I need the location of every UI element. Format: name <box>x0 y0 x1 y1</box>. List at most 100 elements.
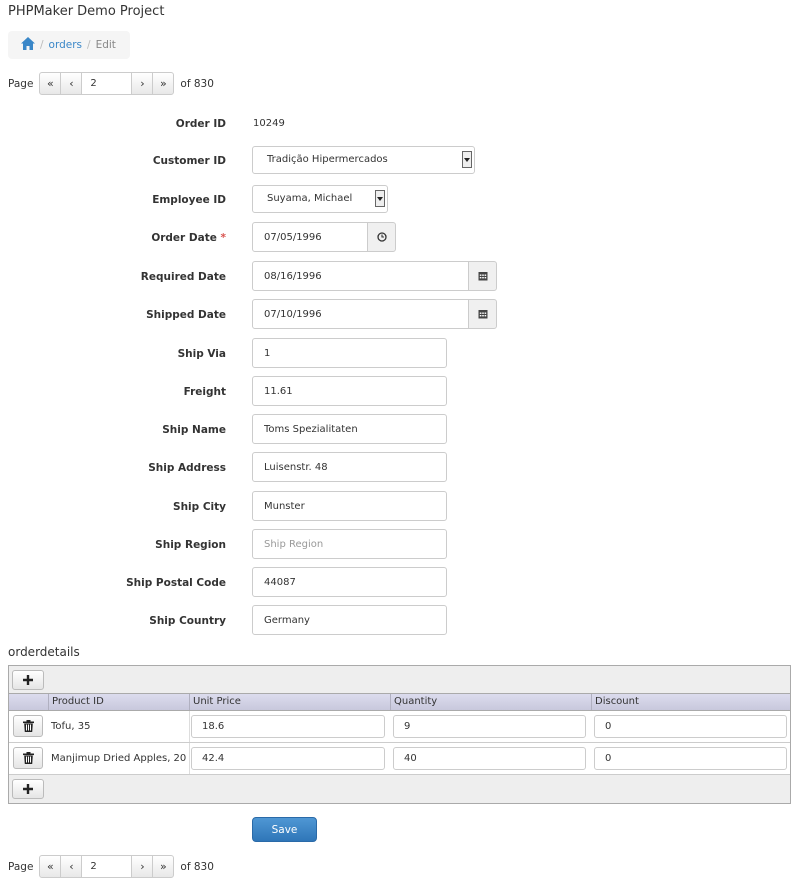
order-id-label: Order ID <box>175 118 226 130</box>
ship-region-input[interactable] <box>252 529 447 559</box>
ship-via-input[interactable] <box>252 338 447 368</box>
order-date-label-text: Order Date <box>151 232 217 244</box>
breadcrumb-current: Edit <box>95 39 116 51</box>
plus-icon <box>23 784 33 794</box>
ship-address-label: Ship Address <box>148 462 226 474</box>
ship-postal-code-label: Ship Postal Code <box>126 577 226 589</box>
unit-price-input[interactable] <box>191 715 385 738</box>
page-number-input[interactable] <box>81 72 133 95</box>
unit-price-input[interactable] <box>191 747 385 770</box>
ship-name-label: Ship Name <box>162 424 226 436</box>
pager-top: Page « ‹ › » of 830 <box>8 72 214 95</box>
details-section-title: orderdetails <box>8 645 80 659</box>
required-mark: * <box>220 232 227 244</box>
last-page-button[interactable]: » <box>152 855 175 878</box>
trash-icon <box>22 752 34 764</box>
column-header-discount[interactable]: Discount <box>591 694 790 710</box>
employee-id-row: Employee ID Suyama, Michael <box>0 184 800 216</box>
trash-icon <box>22 720 34 732</box>
home-icon[interactable] <box>21 37 35 53</box>
pager-bottom: Page « ‹ › » of 830 <box>8 855 214 878</box>
clock-icon <box>376 232 387 242</box>
ship-address-input[interactable] <box>252 452 447 482</box>
ship-postal-code-row: Ship Postal Code <box>0 567 800 599</box>
breadcrumb-separator: / <box>87 39 91 51</box>
calendar-icon <box>478 310 487 319</box>
chevron-down-icon[interactable] <box>375 190 385 207</box>
delete-row-button[interactable] <box>13 715 43 737</box>
plus-icon <box>23 675 33 685</box>
employee-id-label: Employee ID <box>152 194 226 206</box>
customer-id-row: Customer ID Tradição Hipermercados <box>0 145 800 177</box>
order-id-row: Order ID 10249 <box>0 108 800 140</box>
required-date-picker-button[interactable] <box>468 261 497 291</box>
ship-region-row: Ship Region <box>0 529 800 561</box>
quantity-input[interactable] <box>393 715 586 738</box>
orderdetails-grid: Product ID Unit Price Quantity Discount … <box>8 665 791 804</box>
table-row: Tofu, 35 <box>9 711 790 743</box>
save-button[interactable]: Save <box>252 817 317 842</box>
ship-address-row: Ship Address <box>0 452 800 484</box>
employee-id-selected: Suyama, Michael <box>267 193 353 204</box>
ship-via-row: Ship Via <box>0 338 800 370</box>
product-cell: Tofu, 35 <box>51 721 91 732</box>
add-row-button-bottom[interactable] <box>12 779 44 799</box>
next-page-button[interactable]: › <box>131 72 154 95</box>
breadcrumb-orders-link[interactable]: orders <box>49 39 82 51</box>
shipped-date-label: Shipped Date <box>146 309 226 321</box>
discount-input[interactable] <box>594 715 787 738</box>
order-date-picker-button[interactable] <box>367 222 396 252</box>
order-date-row: Order Date * <box>0 222 800 254</box>
shipped-date-picker-button[interactable] <box>468 299 497 329</box>
first-page-button[interactable]: « <box>39 72 62 95</box>
ship-via-label: Ship Via <box>177 348 226 360</box>
page-title: PHPMaker Demo Project <box>8 4 165 19</box>
ship-country-row: Ship Country <box>0 605 800 637</box>
first-page-button[interactable]: « <box>39 855 62 878</box>
column-header-unit-price[interactable]: Unit Price <box>189 694 390 710</box>
next-page-button[interactable]: › <box>131 855 154 878</box>
breadcrumb: / orders / Edit <box>8 31 130 59</box>
order-id-value: 10249 <box>253 118 285 129</box>
ship-city-input[interactable] <box>252 491 447 521</box>
required-date-row: Required Date <box>0 261 800 293</box>
ship-country-label: Ship Country <box>149 615 226 627</box>
column-header-product-id[interactable]: Product ID <box>48 694 189 710</box>
shipped-date-row: Shipped Date <box>0 299 800 331</box>
ship-region-label: Ship Region <box>155 539 226 551</box>
page-total: of 830 <box>180 860 214 873</box>
page-number-input[interactable] <box>81 855 133 878</box>
customer-id-selected: Tradição Hipermercados <box>267 154 388 165</box>
order-date-input[interactable] <box>252 222 368 252</box>
calendar-icon <box>478 272 487 281</box>
ship-name-row: Ship Name <box>0 414 800 446</box>
last-page-button[interactable]: » <box>152 72 175 95</box>
delete-row-button[interactable] <box>13 747 43 769</box>
required-date-label: Required Date <box>140 271 226 283</box>
freight-label: Freight <box>183 386 226 398</box>
column-header-quantity[interactable]: Quantity <box>390 694 591 710</box>
freight-input[interactable] <box>252 376 447 406</box>
prev-page-button[interactable]: ‹ <box>60 855 83 878</box>
customer-id-select[interactable]: Tradição Hipermercados <box>252 146 475 174</box>
pager-label: Page <box>8 77 34 90</box>
product-cell: Manjimup Dried Apples, 20 <box>51 753 187 764</box>
ship-name-input[interactable] <box>252 414 447 444</box>
ship-city-label: Ship City <box>173 501 226 513</box>
chevron-down-icon[interactable] <box>462 151 472 168</box>
discount-input[interactable] <box>594 747 787 770</box>
page-total: of 830 <box>180 77 214 90</box>
pager-label: Page <box>8 860 34 873</box>
ship-postal-code-input[interactable] <box>252 567 447 597</box>
breadcrumb-separator: / <box>40 39 44 51</box>
required-date-input[interactable] <box>252 261 469 291</box>
add-row-button-top[interactable] <box>12 670 44 690</box>
shipped-date-input[interactable] <box>252 299 469 329</box>
quantity-input[interactable] <box>393 747 586 770</box>
freight-row: Freight <box>0 376 800 408</box>
prev-page-button[interactable]: ‹ <box>60 72 83 95</box>
order-date-label: Order Date * <box>151 222 226 254</box>
employee-id-select[interactable]: Suyama, Michael <box>252 185 388 213</box>
ship-country-input[interactable] <box>252 605 447 635</box>
grid-header: Product ID Unit Price Quantity Discount <box>9 693 790 711</box>
